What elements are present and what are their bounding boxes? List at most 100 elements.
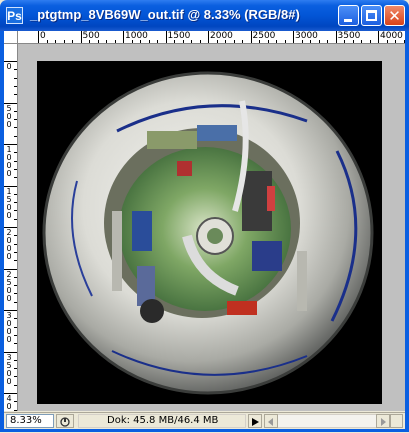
horizontal-ruler[interactable]: 0 500 1000 1500 2000 2500 3000 3500 4000: [18, 31, 405, 44]
document-info-icon[interactable]: [56, 414, 74, 428]
ruler-minor-tick: [267, 40, 269, 43]
play-triangle-icon[interactable]: [248, 414, 262, 428]
ruler-minor-tick: [14, 334, 17, 336]
ruler-minor-tick: [148, 40, 150, 43]
ruler-minor-tick: [14, 276, 17, 278]
ruler-label: 1000: [125, 31, 148, 41]
ruler-minor-tick: [14, 160, 17, 162]
ruler-minor-tick: [14, 235, 17, 237]
ruler-label: 0: [40, 31, 46, 41]
minimize-button[interactable]: [338, 5, 359, 26]
ruler-minor-tick: [14, 343, 17, 345]
ruler-minor-tick: [157, 40, 158, 43]
ruler-minor-tick: [310, 40, 311, 43]
ruler-minor-tick: [199, 40, 201, 43]
ruler-origin[interactable]: [4, 31, 18, 44]
title-bar[interactable]: Ps _ptgtmp_8VB69W_out.tif @ 8.33% (RGB/8…: [0, 0, 409, 31]
ruler-minor-tick: [242, 40, 243, 43]
ruler-label: 1000: [6, 145, 12, 178]
maximize-button[interactable]: [361, 5, 382, 26]
document-window: Ps _ptgtmp_8VB69W_out.tif @ 8.33% (RGB/8…: [0, 0, 409, 432]
ruler-minor-tick: [72, 40, 73, 43]
ruler-minor-tick: [284, 40, 286, 43]
document-image[interactable]: [37, 61, 382, 404]
ruler-minor-tick: [14, 285, 17, 287]
ruler-minor-tick: [14, 193, 17, 195]
ruler-minor-tick: [46, 40, 48, 43]
ruler-minor-tick: [63, 40, 65, 43]
ruler-minor-tick: [14, 69, 17, 71]
ruler-minor-tick: [276, 40, 277, 43]
ruler-minor-tick: [14, 384, 17, 386]
canvas-area[interactable]: [18, 44, 405, 411]
ruler-label: 3500: [337, 31, 361, 41]
ruler-major-tick: [250, 31, 252, 43]
ruler-minor-tick: [318, 40, 320, 43]
maximize-icon: [366, 10, 377, 21]
close-button[interactable]: ✕: [384, 5, 405, 26]
ruler-label: 1500: [167, 31, 191, 41]
ruler-minor-tick: [182, 40, 184, 43]
ruler-minor-tick: [14, 77, 17, 79]
ruler-minor-tick: [14, 293, 17, 295]
close-icon: ✕: [388, 6, 401, 25]
ruler-minor-tick: [14, 94, 17, 96]
ruler-label: 3000: [295, 31, 318, 41]
ruler-minor-tick: [369, 40, 371, 43]
ruler-major-tick: [38, 31, 39, 43]
ruler-minor-tick: [386, 40, 388, 43]
ruler-minor-tick: [14, 202, 17, 204]
fisheye-panorama-image: [37, 61, 382, 404]
ruler-minor-tick: [301, 40, 303, 43]
ruler-minor-tick: [14, 359, 17, 361]
ruler-minor-tick: [14, 85, 17, 87]
ruler-minor-tick: [14, 152, 17, 154]
minimize-icon: [344, 19, 352, 22]
ruler-minor-tick: [14, 110, 17, 112]
ruler-label: 2000: [210, 31, 233, 41]
ruler-label: 1500: [6, 186, 12, 220]
status-bar: 8.33% Dok: 45.8 MB/46.4 MB: [4, 412, 405, 429]
ruler-minor-tick: [14, 119, 17, 121]
ruler-minor-tick: [14, 168, 17, 170]
ruler-label: 4000: [380, 31, 403, 41]
ruler-minor-tick: [114, 40, 116, 43]
ruler-minor-tick: [14, 318, 17, 320]
ruler-minor-tick: [174, 40, 175, 43]
ruler-major-tick: [80, 31, 82, 43]
ruler-major-tick: [165, 31, 167, 43]
ruler-minor-tick: [131, 40, 133, 43]
ruler-minor-tick: [327, 40, 328, 43]
ruler-minor-tick: [259, 40, 260, 43]
window-title: _ptgtmp_8VB69W_out.tif @ 8.33% (RGB/8#): [30, 7, 300, 22]
ruler-minor-tick: [14, 177, 17, 179]
zoom-level-field[interactable]: 8.33%: [6, 414, 54, 428]
ruler-minor-tick: [191, 40, 192, 43]
ruler-minor-tick: [344, 40, 345, 43]
ruler-minor-tick: [14, 251, 17, 253]
ruler-major-tick: [335, 31, 337, 43]
ruler-minor-tick: [395, 40, 396, 43]
arrow-right-icon[interactable]: [376, 414, 390, 428]
ruler-label: 3500: [6, 352, 12, 386]
ruler-minor-tick: [14, 127, 17, 129]
ruler-minor-tick: [14, 260, 17, 262]
vertical-ruler[interactable]: 0 500 1000 1500 2000 2500 3000 3500 4000: [4, 44, 18, 411]
ruler-minor-tick: [403, 40, 405, 43]
ruler-label: 0: [6, 62, 12, 71]
ruler-minor-tick: [140, 40, 141, 43]
ruler-major-tick: [378, 31, 379, 43]
horizontal-scrollbar[interactable]: [264, 414, 390, 428]
ruler-minor-tick: [106, 40, 107, 43]
ruler-minor-tick: [361, 40, 362, 43]
ruler-minor-tick: [97, 40, 99, 43]
ruler-label: 3000: [6, 311, 12, 344]
ruler-major-tick: [293, 31, 294, 43]
photoshop-document-icon[interactable]: Ps: [6, 7, 23, 24]
ruler-label: 2500: [6, 269, 12, 303]
arrow-left-icon[interactable]: [264, 414, 278, 428]
resize-grip[interactable]: [390, 414, 403, 428]
ruler-minor-tick: [89, 40, 90, 43]
ruler-major-tick: [123, 31, 124, 43]
ruler-minor-tick: [14, 401, 17, 403]
